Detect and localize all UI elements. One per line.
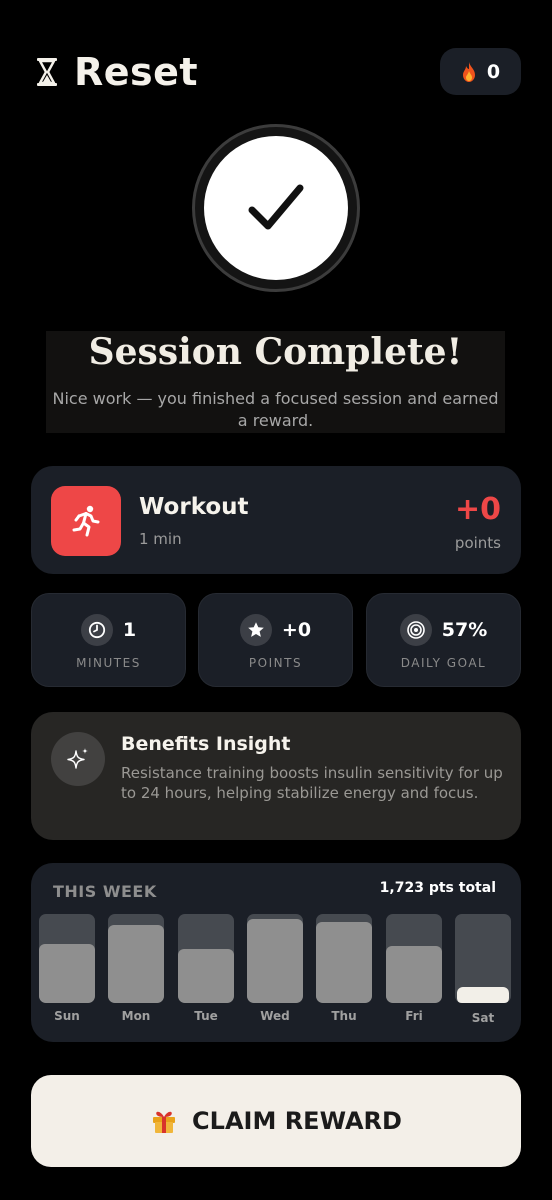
stat-label: DAILY GOAL <box>400 656 487 670</box>
bar-fill <box>247 919 303 1003</box>
bar-day-label: Tue <box>194 1009 218 1023</box>
session-subtitle: Nice work — you finished a focused sessi… <box>52 389 499 430</box>
bar-fill <box>386 946 442 1003</box>
header: Reset <box>36 50 198 94</box>
streak-badge[interactable]: 0 <box>440 48 521 95</box>
bar-wed <box>247 914 303 1003</box>
claim-reward-button[interactable]: CLAIM REWARD <box>31 1075 521 1167</box>
checkmark-icon <box>248 184 304 230</box>
bar-mon <box>108 914 164 1003</box>
stat-label: POINTS <box>248 656 303 670</box>
claim-reward-label: CLAIM REWARD <box>192 1107 402 1135</box>
bar-fill <box>178 949 234 1003</box>
running-person-icon <box>72 505 100 537</box>
bar-fill <box>108 925 164 1003</box>
workout-name: Workout <box>139 494 249 520</box>
bar-fill <box>39 944 95 1003</box>
bar-day-label: Sat <box>471 1011 495 1025</box>
streak-count: 0 <box>486 60 501 83</box>
workout-points: +0 <box>454 492 501 527</box>
bar-day-label: Mon <box>121 1009 151 1023</box>
sparkle-icon <box>51 732 105 786</box>
weekly-progress-card: THIS WEEK 1,723 pts total Sun Mon Tue Wed Th… <box>31 863 521 1042</box>
bar-sun <box>39 914 95 1003</box>
bar-day-label: Sun <box>54 1009 80 1023</box>
stat-label: MINUTES <box>76 656 141 670</box>
session-title: Session Complete! <box>88 331 463 373</box>
fire-icon <box>462 61 475 82</box>
bar-day-label: Wed <box>260 1009 290 1023</box>
insight-text: Resistance training boosts insulin sensi… <box>121 764 503 802</box>
workout-duration: 1 min <box>139 530 182 548</box>
hourglass-icon <box>37 58 57 86</box>
stat-points: +0 POINTS <box>198 593 353 687</box>
stat-minutes: 1 MINUTES <box>31 593 186 687</box>
stat-value: 1 <box>122 619 137 641</box>
bar-sat <box>455 914 511 1003</box>
stat-daily-goal: 57% DAILY GOAL <box>366 593 521 687</box>
bar-day-label: Fri <box>405 1009 423 1023</box>
bar-day-label: Thu <box>331 1009 357 1023</box>
benefits-insight-card: Benefits Insight Resistance training boo… <box>31 712 521 840</box>
workout-icon-tile <box>51 486 121 556</box>
insight-title: Benefits Insight <box>121 733 291 755</box>
bar-fri <box>386 914 442 1003</box>
completion-message: Session Complete! Nice work — you finish… <box>46 331 505 433</box>
workout-card[interactable]: Workout 1 min +0 points <box>31 466 521 574</box>
app-title: Reset <box>74 50 199 94</box>
week-total: 1,723 pts total <box>379 880 496 896</box>
workout-points-label: points <box>454 534 501 552</box>
completion-badge <box>192 124 360 292</box>
stat-value: 57% <box>441 619 488 641</box>
bar-fill <box>457 987 509 1003</box>
stat-value: +0 <box>281 619 312 641</box>
star-icon <box>239 614 272 646</box>
bar-thu <box>316 914 372 1003</box>
week-title: THIS WEEK <box>53 882 157 901</box>
gift-icon <box>153 1111 176 1133</box>
target-icon <box>399 614 432 646</box>
bar-tue <box>178 914 234 1003</box>
bar-fill <box>316 922 372 1003</box>
clock-icon <box>80 614 113 646</box>
